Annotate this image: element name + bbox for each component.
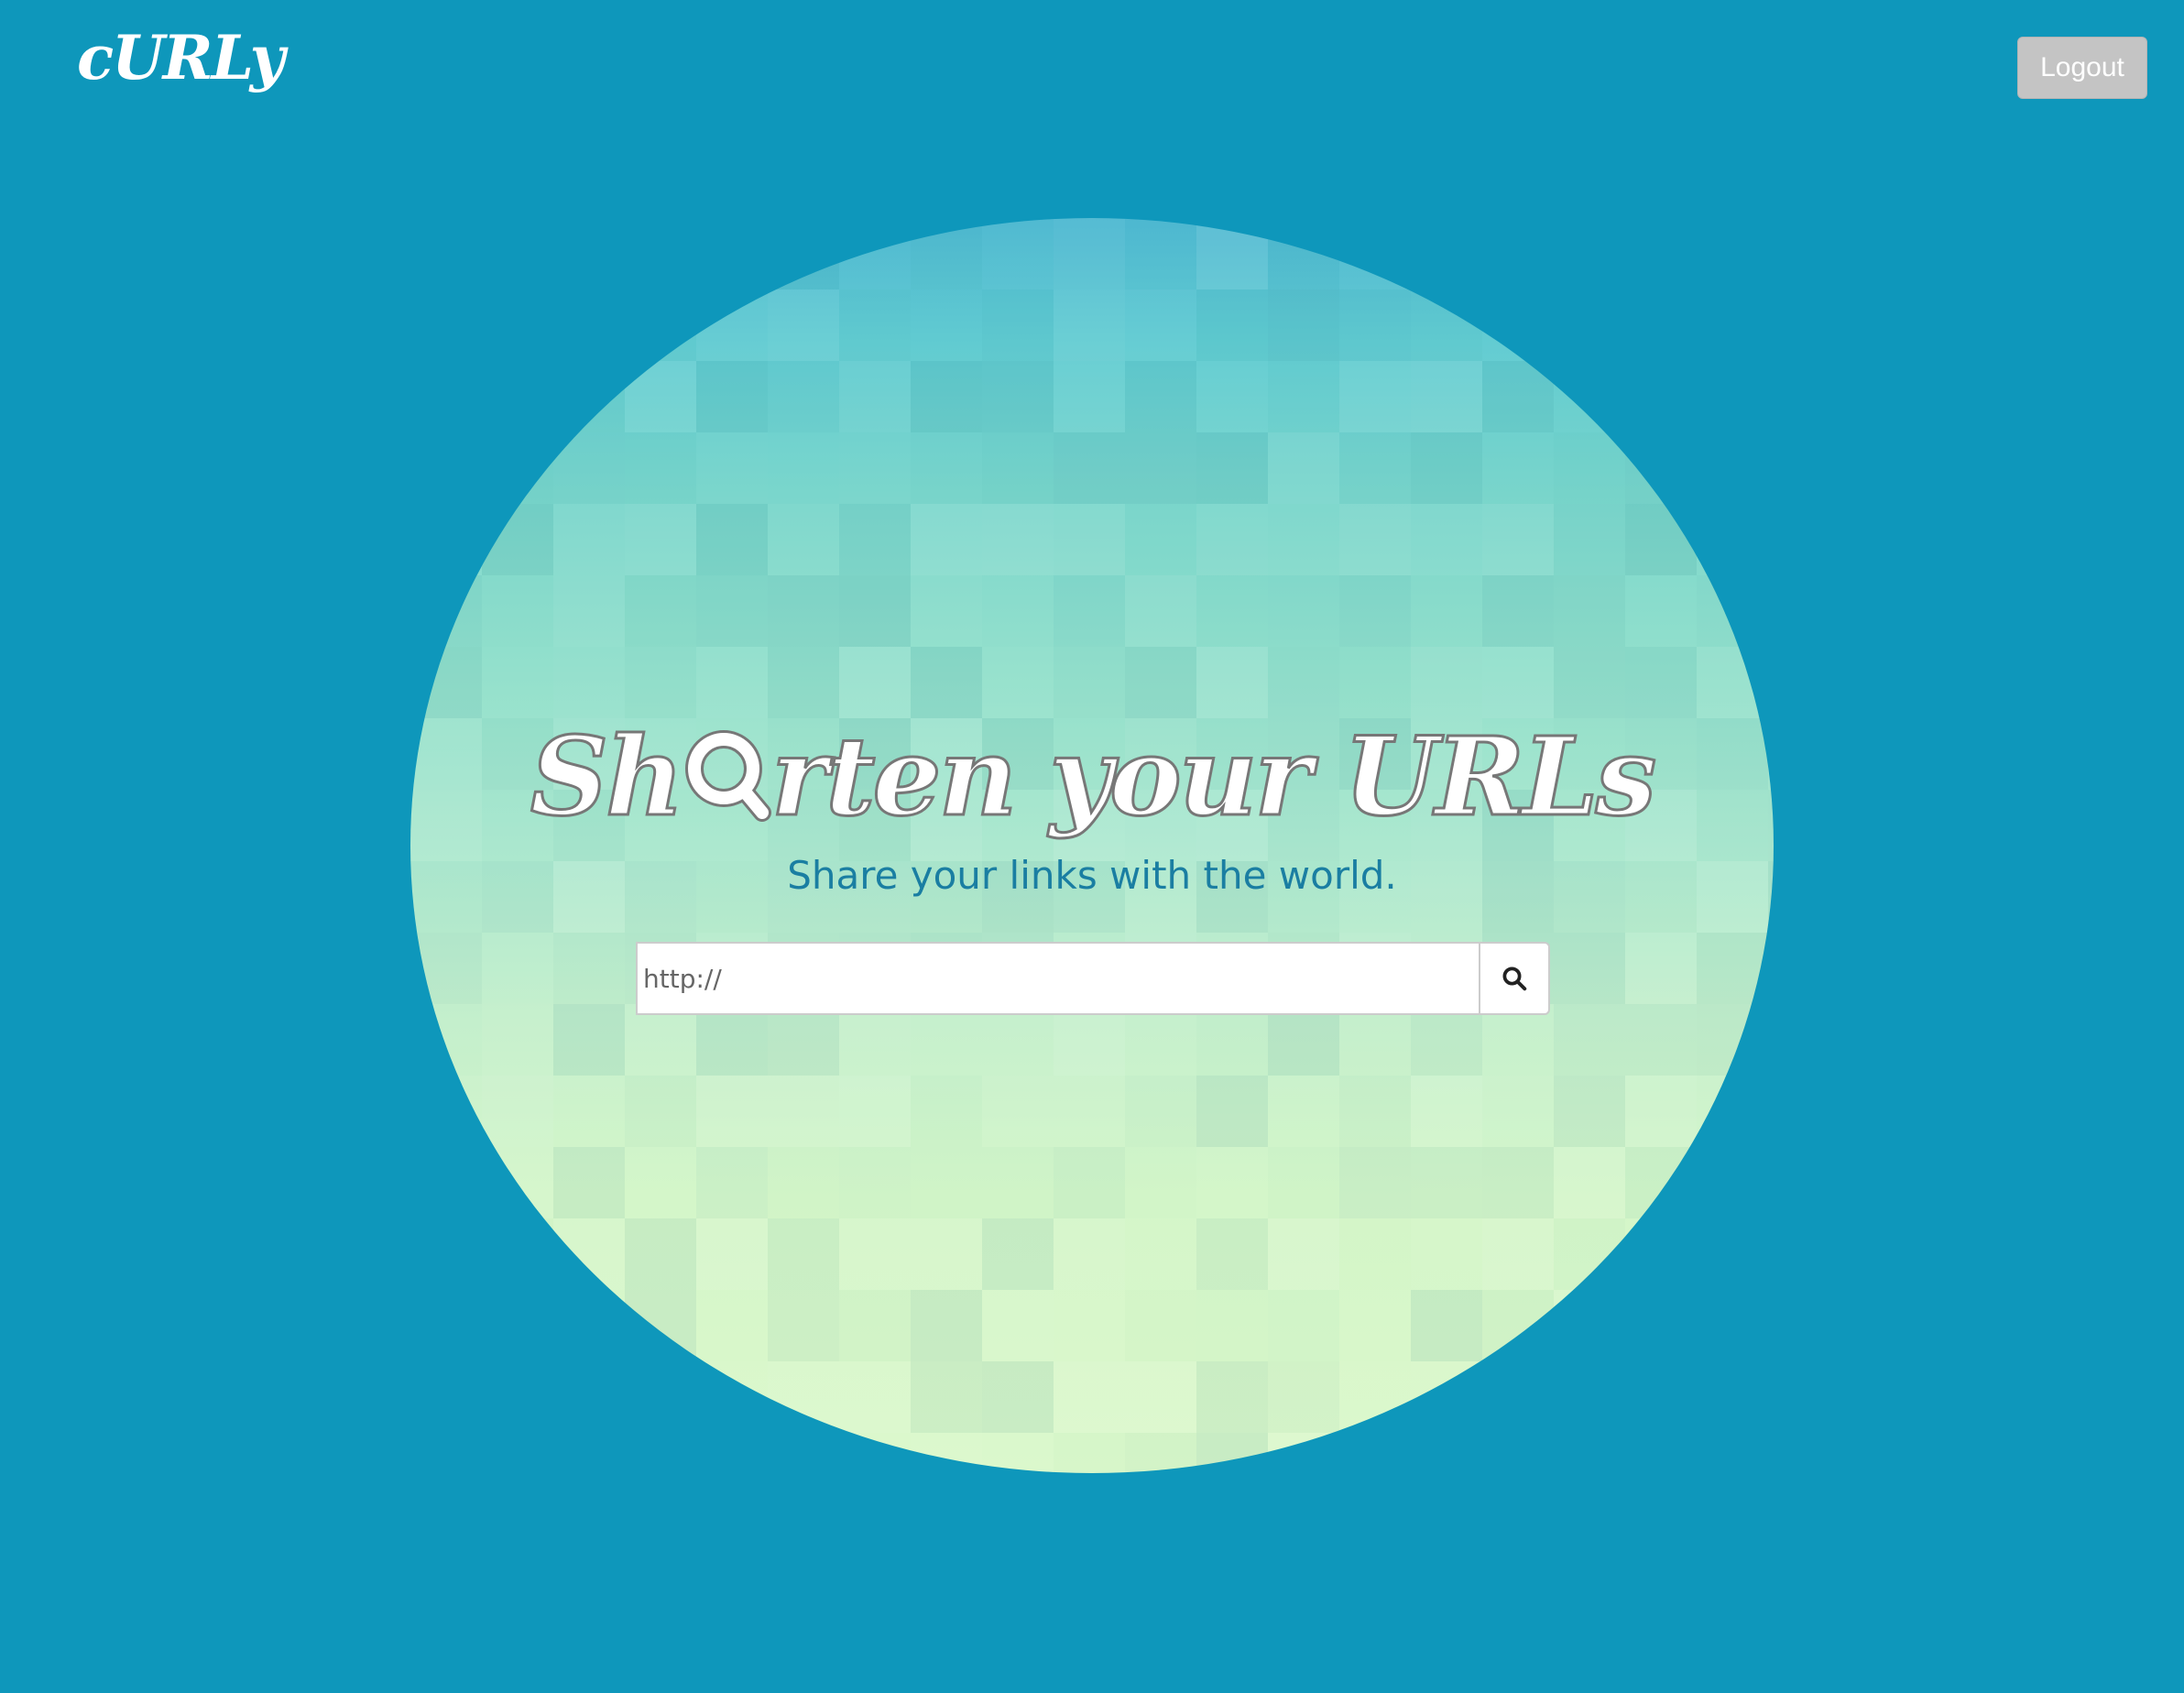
magnifier-icon [684,721,771,822]
title-suffix: rten your URLs [770,713,1657,840]
logout-button[interactable]: Logout [2017,37,2147,99]
hero-content: Sh rten your URLs Share your links with … [410,715,1774,898]
logo[interactable]: cURLy [77,27,285,88]
hero-circle: Sh rten your URLs Share your links with … [410,218,1774,1473]
url-search-form [636,942,1550,1015]
search-icon [1502,967,1527,991]
url-input[interactable] [636,942,1479,1015]
hero-subtitle: Share your links with the world. [787,852,1397,898]
search-button[interactable] [1479,942,1550,1015]
title-prefix: Sh [529,713,685,840]
page-title: Sh rten your URLs [410,715,1774,837]
